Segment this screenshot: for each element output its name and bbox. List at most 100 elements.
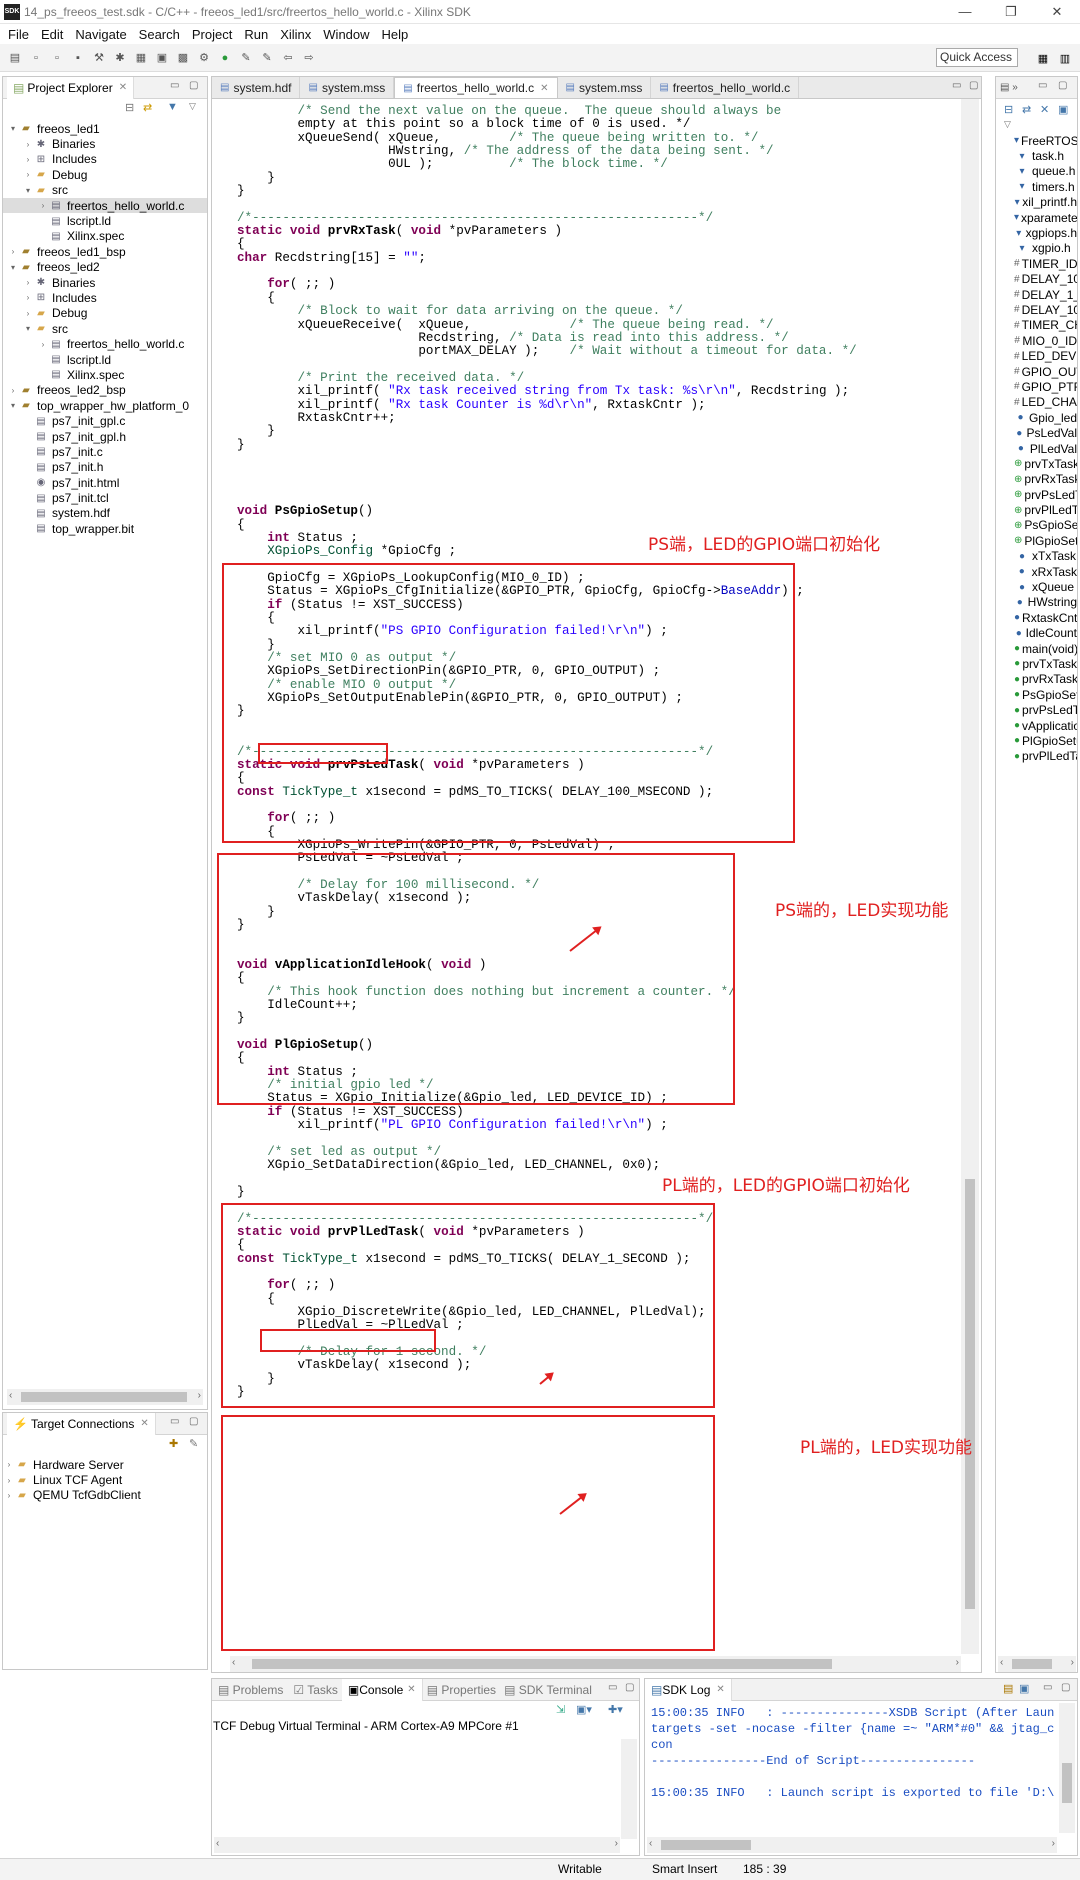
twisty-icon[interactable]: › (7, 247, 19, 256)
code-line[interactable]: char Recdstring[15] = ""; (237, 251, 857, 265)
twisty-icon[interactable]: ▾ (22, 186, 34, 195)
edit-connection-icon[interactable]: ✎ (189, 1437, 198, 1450)
twisty-icon[interactable]: › (22, 140, 34, 149)
project-explorer-title[interactable]: Project Explorer (27, 81, 112, 95)
tree-item[interactable]: › ⊞ Includes (3, 152, 207, 167)
clear-log-icon[interactable]: ▤ (1003, 1682, 1013, 1695)
outline-item[interactable]: #DELAY_1_SECOND (1014, 287, 1077, 302)
program-fpga-icon[interactable]: ▦ (132, 49, 150, 67)
outline-item[interactable]: ▾ xgpio.h (1014, 241, 1077, 256)
tree-item[interactable]: ▾ ▰ freeos_led2 (3, 260, 207, 275)
tree-item[interactable]: ▾ ▰ src (3, 321, 207, 336)
outline-item[interactable]: ●vApplicationIdleHook (1014, 718, 1077, 733)
code-line[interactable] (237, 465, 857, 478)
highlight-icon[interactable]: ✎ (258, 49, 276, 67)
menu-search[interactable]: Search (133, 27, 186, 42)
outline-item[interactable]: ▾ timers.h (1014, 179, 1077, 194)
tree-item[interactable]: ▤ lscript.ld (3, 213, 207, 228)
code-line[interactable]: } (237, 424, 857, 438)
quick-access-field[interactable]: Quick Access (936, 48, 1018, 67)
outline-tab-icon[interactable]: ▤ » (1000, 82, 1018, 93)
tree-item[interactable]: ▤ ps7_init_gpl.h (3, 429, 207, 444)
tab-problems[interactable]: ▤ Problems (212, 1683, 289, 1697)
hide-nonpublic-icon[interactable]: ▣ (1058, 103, 1068, 116)
tree-item[interactable]: ▤ system.hdf (3, 506, 207, 521)
menu-help[interactable]: Help (376, 27, 415, 42)
code-line[interactable]: { (237, 291, 857, 305)
outline-item[interactable]: ⊕prvPsLedTask (1014, 487, 1077, 502)
twisty-icon[interactable]: › (7, 386, 19, 395)
tree-item[interactable]: › ▰ QEMU TcfGdbClient (3, 1488, 207, 1503)
outline-item[interactable]: ● PsLedVal (1014, 425, 1077, 440)
run-icon[interactable]: ● (216, 49, 234, 67)
editor-tab[interactable]: ▤ freertos_hello_world.c (651, 77, 800, 98)
tree-item[interactable]: › ▤ freertos_hello_world.c (3, 197, 207, 214)
twisty-icon[interactable]: › (22, 170, 34, 179)
add-connection-icon[interactable]: ✚ (169, 1437, 178, 1450)
twisty-icon[interactable]: › (22, 278, 34, 287)
editor-tab[interactable]: ▤ system.mss (558, 77, 652, 98)
tree-item[interactable]: › ✱ Binaries (3, 275, 207, 290)
outline-item[interactable]: ● xRxTask (1014, 564, 1077, 579)
outline-item[interactable]: ▾ queue.h (1014, 164, 1077, 179)
tree-item[interactable]: ◉ ps7_init.html (3, 475, 207, 490)
code-line[interactable]: Recdstring, /* Data is read into this ad… (237, 331, 857, 345)
minimize-icon[interactable]: ▭ (170, 1416, 179, 1427)
minimize-icon[interactable]: ▭ (170, 80, 179, 91)
outline-item[interactable]: ●PlGpioSetup (1014, 733, 1077, 748)
outline-item[interactable]: ⊕prvPlLedTask (1014, 502, 1077, 517)
debug-icon[interactable]: ✱ (111, 49, 129, 67)
external-tools-icon[interactable]: ✎ (237, 49, 255, 67)
maximize-icon[interactable]: ▢ (189, 1416, 198, 1427)
outline-item[interactable]: ⊕PlGpioSetup (1014, 533, 1077, 548)
editor-tab[interactable]: ▤ system.mss (300, 77, 395, 98)
outline-item[interactable]: ● Gpio_led (1014, 410, 1077, 425)
code-line[interactable]: xil_printf( "Rx task Counter is %d\r\n",… (237, 398, 857, 412)
target-connections-title[interactable]: Target Connections (31, 1417, 134, 1431)
outline-item[interactable]: ⊕ prvRxTask (1014, 472, 1077, 487)
code-line[interactable] (237, 1132, 857, 1145)
code-line[interactable]: /*--------------------------------------… (237, 211, 857, 225)
twisty-icon[interactable]: › (22, 155, 34, 164)
tree-item[interactable]: › ▰ Linux TCF Agent (3, 1472, 207, 1487)
menu-window[interactable]: Window (317, 27, 375, 42)
hide-fields-icon[interactable]: ⇄ (1022, 103, 1031, 116)
tree-item[interactable]: ▤ lscript.ld (3, 352, 207, 367)
tree-item[interactable]: › ▤ freertos_hello_world.c (3, 336, 207, 351)
editor-vscroll[interactable] (961, 99, 979, 1654)
code-line[interactable]: } (237, 171, 857, 185)
hide-static-icon[interactable]: ✕ (1040, 103, 1049, 116)
display-console-icon[interactable]: ▣▾ (576, 1703, 592, 1716)
twisty-icon[interactable]: ▾ (7, 401, 19, 410)
tab-sdk-terminal[interactable]: ▤ SDK Terminal (500, 1683, 596, 1697)
view-menu-icon[interactable]: ▽ (189, 101, 196, 112)
tree-item[interactable]: ▾ ▰ top_wrapper_hw_platform_0 (3, 398, 207, 413)
tree-item[interactable]: ▤ ps7_init.c (3, 444, 207, 459)
log-vscroll[interactable] (1059, 1703, 1075, 1833)
tree-item[interactable]: ▾ ▰ src (3, 183, 207, 198)
save-icon[interactable]: ▫ (27, 49, 45, 67)
tree-item[interactable]: › ⊞ Includes (3, 290, 207, 305)
menu-xilinx[interactable]: Xilinx (274, 27, 317, 42)
minimize-icon[interactable]: ▭ (608, 1682, 617, 1693)
maximize-icon[interactable]: ▢ (1058, 80, 1067, 91)
view-menu-icon[interactable]: ▽ (1004, 119, 1011, 130)
outline-hscroll[interactable]: ‹ › (998, 1656, 1076, 1672)
code-line[interactable] (237, 492, 857, 505)
tree-item[interactable]: ▤ ps7_init_gpl.c (3, 413, 207, 428)
tree-item[interactable]: › ▰ freeos_led1_bsp (3, 244, 207, 259)
outline-item[interactable]: ●prvPsLedTask (1014, 702, 1077, 717)
forward-icon[interactable]: ⇨ (300, 49, 318, 67)
collapse-all-icon[interactable]: ⊟ (125, 101, 134, 114)
outline-item[interactable]: ▾FreeRTOS.h (1014, 133, 1077, 148)
code-line[interactable]: empty at this point so a block time of 0… (237, 117, 857, 131)
code-line[interactable] (237, 452, 857, 465)
outline-item[interactable]: # MIO_0_ID (1014, 333, 1077, 348)
editor-tab[interactable]: ▤ system.hdf (212, 77, 301, 98)
outline-item[interactable]: #GPIO_OUTPUT (1014, 364, 1077, 379)
outline-item[interactable]: #TIMER_CHECK_THRESHOLD (1014, 318, 1077, 333)
menu-edit[interactable]: Edit (35, 27, 69, 42)
close-icon[interactable]: ✕ (119, 82, 127, 93)
console-vscroll[interactable] (621, 1739, 637, 1839)
perspective-icon[interactable]: ▦ (1034, 49, 1052, 67)
